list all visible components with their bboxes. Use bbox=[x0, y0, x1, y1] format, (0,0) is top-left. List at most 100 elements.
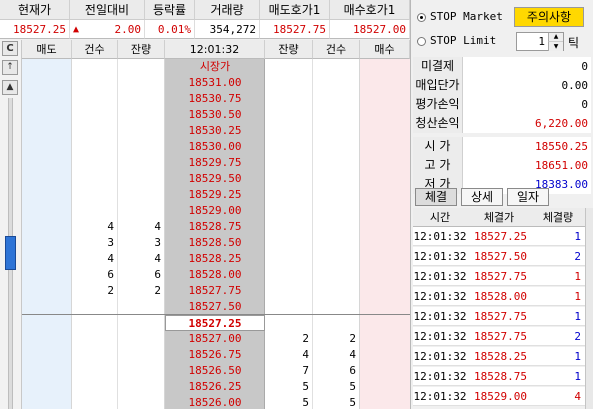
trade-time: 12:01:32 bbox=[413, 250, 467, 263]
scroll-up-icon[interactable]: ↑ bbox=[2, 60, 18, 75]
bid-qty-cell bbox=[265, 123, 313, 139]
order-book-row[interactable]: 18530.50 bbox=[22, 107, 410, 123]
bid-qty-cell bbox=[265, 107, 313, 123]
ask-count-cell bbox=[72, 123, 118, 139]
trades-header: 시간 체결가 체결량 bbox=[413, 208, 585, 227]
price-cell: 18527.00 bbox=[188, 332, 242, 345]
ask-count-cell bbox=[72, 155, 118, 171]
info-row: 미결제 0 bbox=[413, 57, 591, 76]
ask-qty-cell bbox=[118, 107, 165, 123]
stop-market-radio[interactable] bbox=[417, 13, 426, 22]
order-book-row[interactable]: 18531.00 bbox=[22, 75, 410, 91]
info-value: 18651.00 bbox=[463, 156, 591, 175]
ask-qty-cell bbox=[118, 91, 165, 107]
price-cell: 18529.50 bbox=[188, 172, 242, 185]
tick-stepper[interactable]: 1 ▲ ▼ bbox=[516, 32, 564, 51]
trade-qty: 2 bbox=[574, 250, 581, 263]
order-book-row[interactable]: 6 6 18528.00 bbox=[22, 267, 410, 283]
order-book-row[interactable]: 4 4 18528.25 bbox=[22, 251, 410, 267]
header-bid-qty: 잔량 bbox=[265, 40, 313, 59]
order-book-row[interactable]: 18529.75 bbox=[22, 155, 410, 171]
price-cell: 18526.25 bbox=[188, 380, 242, 393]
tick-up-icon[interactable]: ▲ bbox=[548, 33, 563, 41]
trade-price: 18527.25 bbox=[474, 230, 527, 243]
trade-row: 12:01:32 18527.25 1 bbox=[413, 227, 585, 246]
order-book-row[interactable]: 18529.50 bbox=[22, 171, 410, 187]
ask-qty-cell bbox=[118, 299, 165, 315]
order-book-row[interactable]: 2 2 18527.75 bbox=[22, 283, 410, 299]
order-book-row[interactable]: 18529.25 bbox=[22, 187, 410, 203]
order-book-row[interactable]: 18526.50 7 6 bbox=[22, 363, 410, 379]
header-ask-count: 건수 bbox=[72, 40, 118, 59]
order-book-row[interactable]: 18527.50 bbox=[22, 299, 410, 315]
current-price-row[interactable]: 18527.25 bbox=[22, 315, 410, 331]
bid-qty-cell bbox=[265, 75, 313, 91]
stop-limit-radio[interactable] bbox=[417, 37, 426, 46]
ask-count-cell bbox=[72, 187, 118, 203]
order-book-row[interactable]: 3 3 18528.50 bbox=[22, 235, 410, 251]
order-book-row[interactable]: 18526.25 5 5 bbox=[22, 379, 410, 395]
order-book-row[interactable]: 18526.75 4 4 bbox=[22, 347, 410, 363]
info-row: 고 가 18651.00 bbox=[413, 156, 591, 175]
bid-count-cell: 2 bbox=[349, 332, 356, 345]
ask-qty-cell: 6 bbox=[154, 268, 161, 281]
c-button[interactable]: C bbox=[2, 41, 18, 56]
header-bid-count: 건수 bbox=[313, 40, 360, 59]
ask-qty-cell bbox=[118, 171, 165, 187]
ask-qty-cell bbox=[118, 123, 165, 139]
bid-count-cell: 5 bbox=[349, 380, 356, 393]
header-ask1: 매도호가1 bbox=[260, 0, 330, 20]
header-current-price: 현재가 bbox=[0, 0, 70, 20]
bid-count-cell bbox=[313, 283, 360, 299]
order-book-row[interactable]: 18527.00 2 2 bbox=[22, 331, 410, 347]
trade-row: 12:01:32 18527.75 1 bbox=[413, 267, 585, 286]
trade-time: 12:01:32 bbox=[413, 330, 467, 343]
price-cell: 18526.50 bbox=[188, 364, 242, 377]
order-book-row[interactable]: 18526.00 5 5 bbox=[22, 395, 410, 409]
bid-qty-cell bbox=[265, 219, 313, 235]
tab-daily[interactable]: 일자 bbox=[507, 188, 549, 206]
notice-button[interactable]: 주의사항 bbox=[514, 7, 584, 27]
ask-count-cell bbox=[72, 315, 118, 331]
trade-time: 12:01:32 bbox=[413, 310, 467, 323]
scrollbar-thumb[interactable] bbox=[5, 236, 16, 270]
price-cell: 18528.25 bbox=[188, 252, 242, 265]
scroll-top-icon[interactable]: ▲ bbox=[2, 80, 18, 95]
trade-qty: 1 bbox=[574, 270, 581, 283]
price-cell: 18528.00 bbox=[188, 268, 242, 281]
ask-count-cell bbox=[72, 299, 118, 315]
info-label: 청산손익 bbox=[413, 114, 463, 133]
order-book-row[interactable]: 18530.25 bbox=[22, 123, 410, 139]
ask-count-cell: 2 bbox=[107, 284, 114, 297]
bid-qty-cell bbox=[265, 91, 313, 107]
right-panel: STOP Market 주의사항 STOP Limit 1 ▲ ▼ 틱 미결제 0… bbox=[410, 0, 593, 409]
bid-count-cell bbox=[313, 251, 360, 267]
ask-qty-cell bbox=[118, 347, 165, 363]
order-book-row[interactable]: 4 4 18528.75 bbox=[22, 219, 410, 235]
bid-count-cell bbox=[313, 123, 360, 139]
trade-price: 18528.25 bbox=[474, 350, 527, 363]
order-book-row[interactable]: 18530.75 bbox=[22, 91, 410, 107]
tab-trades[interactable]: 체결 bbox=[415, 188, 457, 206]
market-price-row[interactable]: 시장가 bbox=[22, 59, 410, 75]
trades-scrollbar[interactable] bbox=[585, 208, 593, 409]
order-book-row[interactable]: 18530.00 bbox=[22, 139, 410, 155]
bid-qty-cell: 2 bbox=[302, 332, 309, 345]
ask-qty-cell bbox=[118, 75, 165, 91]
quote-summary: 현재가 전일대비 등락률 거래량 매도호가1 매수호가1 18527.25 ▲ … bbox=[0, 0, 410, 40]
trade-price: 18527.75 bbox=[474, 270, 527, 283]
tick-down-icon[interactable]: ▼ bbox=[548, 41, 563, 51]
change-value: ▲ 2.00 bbox=[70, 20, 145, 39]
ask-qty-cell bbox=[118, 395, 165, 409]
trade-price: 18527.75 bbox=[474, 330, 527, 343]
tab-detail[interactable]: 상세 bbox=[461, 188, 503, 206]
ask-qty-cell: 4 bbox=[154, 220, 161, 233]
ask1-value: 18527.75 bbox=[260, 20, 330, 39]
trade-price: 18528.75 bbox=[474, 370, 527, 383]
info-value: 0 bbox=[463, 95, 591, 114]
bid-qty-cell: 5 bbox=[302, 396, 309, 409]
bid-count-cell bbox=[313, 171, 360, 187]
order-book: 매도 건수 잔량 12:01:32 잔량 건수 매수 시장가 18531.00 1… bbox=[0, 40, 410, 409]
ask-qty-cell bbox=[118, 139, 165, 155]
order-book-row[interactable]: 18529.00 bbox=[22, 203, 410, 219]
